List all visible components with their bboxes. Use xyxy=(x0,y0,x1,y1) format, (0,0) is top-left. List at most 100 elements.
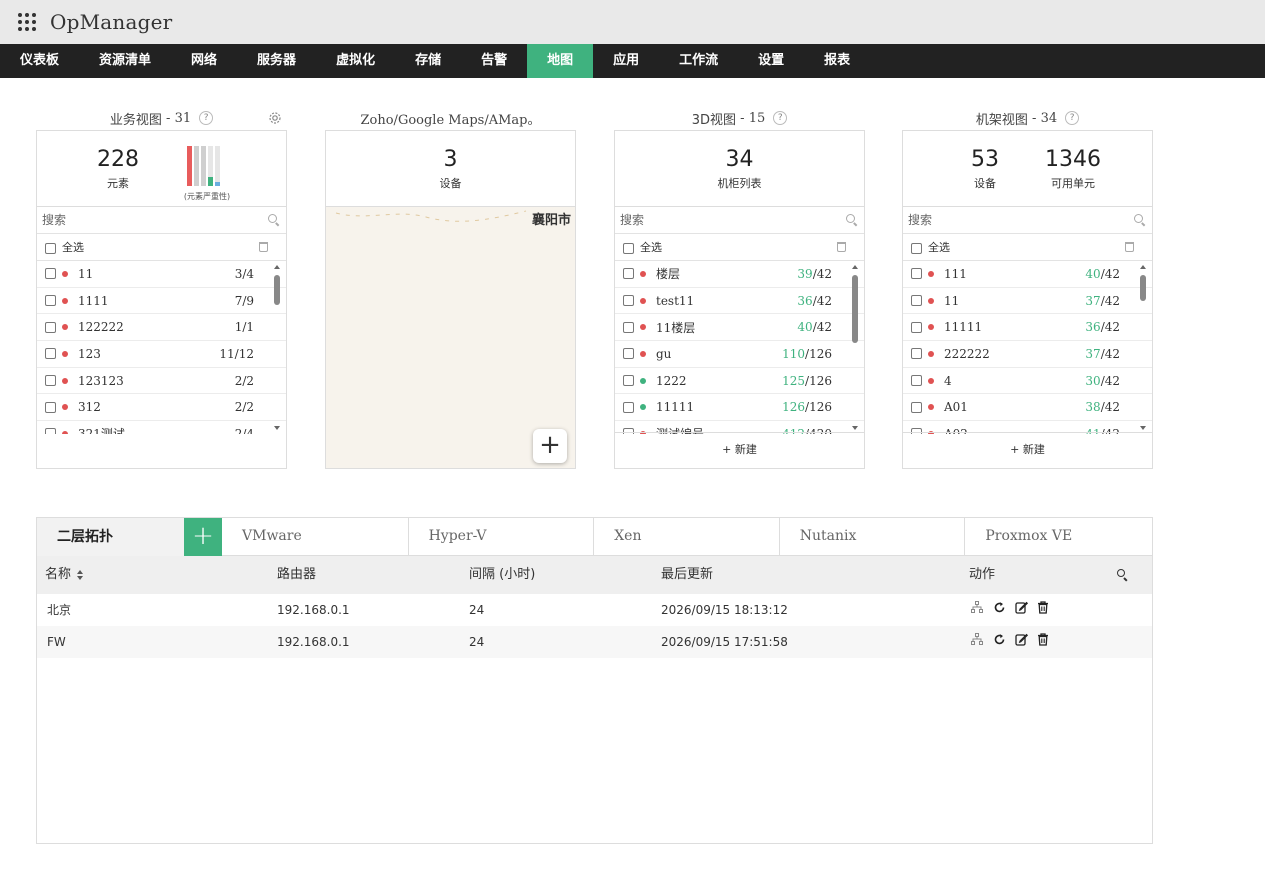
table-row[interactable]: 北京 192.168.0.1 24 2026/09/15 18:13:12 xyxy=(37,594,1152,626)
nav-item-5[interactable]: 存储 xyxy=(395,44,461,78)
rack-new-button[interactable]: + 新建 xyxy=(903,432,1152,468)
sort-icon[interactable] xyxy=(77,569,84,580)
search-icon[interactable] xyxy=(268,214,280,226)
tab-layer2-topology[interactable]: 二层拓扑 xyxy=(37,518,184,556)
list-item[interactable]: 11楼层 40/42 xyxy=(615,314,864,342)
scrollbar[interactable] xyxy=(852,265,858,430)
nav-item-10[interactable]: 设置 xyxy=(738,44,804,78)
list-item[interactable]: 312 2/2 xyxy=(37,394,286,422)
search-icon[interactable] xyxy=(1117,569,1128,580)
tab-vmware[interactable]: VMware xyxy=(222,518,408,556)
list-item[interactable]: 321测试 2/4 xyxy=(37,421,286,434)
delete-icon[interactable] xyxy=(1035,599,1051,615)
apps-grid-icon[interactable] xyxy=(18,12,38,32)
item-checkbox[interactable] xyxy=(45,375,56,387)
help-icon[interactable]: ? xyxy=(1065,111,1080,125)
list-item[interactable]: 123 11/12 xyxy=(37,341,286,368)
refresh-icon[interactable] xyxy=(991,631,1007,647)
refresh-icon[interactable] xyxy=(991,599,1007,615)
item-checkbox[interactable] xyxy=(45,321,56,333)
tab-nutanix[interactable]: Nutanix xyxy=(778,518,965,556)
gear-icon[interactable] xyxy=(268,111,282,125)
nav-item-9[interactable]: 工作流 xyxy=(659,44,738,78)
topology-icon[interactable] xyxy=(969,599,985,615)
map-device-count[interactable]: 3 xyxy=(326,147,575,172)
nav-item-7[interactable]: 地图 xyxy=(527,44,594,78)
item-checkbox[interactable] xyxy=(45,268,56,280)
add-topology-button[interactable]: + xyxy=(184,518,222,556)
help-icon[interactable]: ? xyxy=(773,111,788,125)
business-view-title[interactable]: 业务视图 - 31 ? xyxy=(36,110,287,128)
item-checkbox[interactable] xyxy=(623,348,634,360)
item-checkbox[interactable] xyxy=(623,401,634,413)
search-icon[interactable] xyxy=(846,214,858,226)
delete-icon[interactable] xyxy=(259,242,268,252)
select-all-checkbox[interactable] xyxy=(45,242,56,254)
item-checkbox[interactable] xyxy=(623,295,634,307)
business-search-input[interactable] xyxy=(42,213,242,227)
list-item[interactable]: 11 37/42 xyxy=(903,288,1152,315)
nav-item-6[interactable]: 告警 xyxy=(461,44,527,78)
nav-item-2[interactable]: 网络 xyxy=(171,44,237,78)
list-item[interactable]: 122222 1/1 xyxy=(37,314,286,342)
item-checkbox[interactable] xyxy=(911,375,922,387)
delete-icon[interactable] xyxy=(1125,242,1134,252)
list-item[interactable]: A01 38/42 xyxy=(903,394,1152,422)
list-item[interactable]: 11111 36/42 xyxy=(903,314,1152,342)
threed-view-title[interactable]: 3D视图 - 15 ? xyxy=(614,110,865,128)
nav-item-0[interactable]: 仪表板 xyxy=(0,44,79,78)
scrollbar[interactable] xyxy=(1140,265,1146,430)
item-checkbox[interactable] xyxy=(45,401,56,413)
item-checkbox[interactable] xyxy=(911,268,922,280)
cell-name[interactable]: 北京 xyxy=(47,594,71,626)
select-all-checkbox[interactable] xyxy=(623,242,634,254)
delete-icon[interactable] xyxy=(837,242,846,252)
rack-view-title[interactable]: 机架视图 - 34 ? xyxy=(902,110,1153,128)
item-checkbox[interactable] xyxy=(45,348,56,360)
nav-item-4[interactable]: 虚拟化 xyxy=(316,44,395,78)
rack-search-input[interactable] xyxy=(908,213,1108,227)
available-units-count[interactable]: 1346 xyxy=(1038,147,1108,172)
search-icon[interactable] xyxy=(1134,214,1146,226)
edit-icon[interactable] xyxy=(1013,599,1029,615)
tab-xen[interactable]: Xen xyxy=(593,518,779,556)
select-all-checkbox[interactable] xyxy=(911,242,922,254)
item-checkbox[interactable] xyxy=(623,321,634,333)
rack-device-count[interactable]: 53 xyxy=(955,147,1015,172)
item-checkbox[interactable] xyxy=(911,321,922,333)
maps-title[interactable]: Zoho/Google Maps/AMap。 xyxy=(325,110,576,128)
edit-icon[interactable] xyxy=(1013,631,1029,647)
nav-item-1[interactable]: 资源清单 xyxy=(79,44,171,78)
delete-icon[interactable] xyxy=(1035,631,1051,647)
item-checkbox[interactable] xyxy=(911,295,922,307)
element-count[interactable]: 228 xyxy=(87,147,149,172)
threed-search-input[interactable] xyxy=(620,213,820,227)
item-checkbox[interactable] xyxy=(623,375,634,387)
severity-bars[interactable] xyxy=(187,146,225,186)
map-canvas[interactable]: 襄阳市 + xyxy=(326,207,575,468)
list-item[interactable]: 1222 125/126 xyxy=(615,368,864,395)
list-item[interactable]: gu 110/126 xyxy=(615,341,864,368)
col-name[interactable]: 名称 xyxy=(45,556,84,594)
item-checkbox[interactable] xyxy=(911,401,922,413)
item-checkbox[interactable] xyxy=(45,295,56,307)
list-item[interactable]: 4 30/42 xyxy=(903,368,1152,395)
threed-new-button[interactable]: + 新建 xyxy=(615,432,864,468)
item-checkbox[interactable] xyxy=(45,428,56,434)
list-item[interactable]: test11 36/42 xyxy=(615,288,864,315)
list-item[interactable]: 11 3/4 xyxy=(37,261,286,288)
cabinet-count[interactable]: 34 xyxy=(615,147,864,172)
scrollbar[interactable] xyxy=(274,265,280,430)
zoom-in-button[interactable]: + xyxy=(533,429,567,463)
list-item[interactable]: 楼层 39/42 xyxy=(615,261,864,288)
item-checkbox[interactable] xyxy=(623,268,634,280)
list-item[interactable]: 222222 37/42 xyxy=(903,341,1152,368)
topology-icon[interactable] xyxy=(969,631,985,647)
list-item[interactable]: 111 40/42 xyxy=(903,261,1152,288)
list-item[interactable]: 11111 126/126 xyxy=(615,394,864,422)
help-icon[interactable]: ? xyxy=(199,111,214,125)
list-item[interactable]: 123123 2/2 xyxy=(37,368,286,395)
nav-item-3[interactable]: 服务器 xyxy=(237,44,316,78)
nav-item-11[interactable]: 报表 xyxy=(804,44,870,78)
table-row[interactable]: FW 192.168.0.1 24 2026/09/15 17:51:58 xyxy=(37,626,1152,658)
